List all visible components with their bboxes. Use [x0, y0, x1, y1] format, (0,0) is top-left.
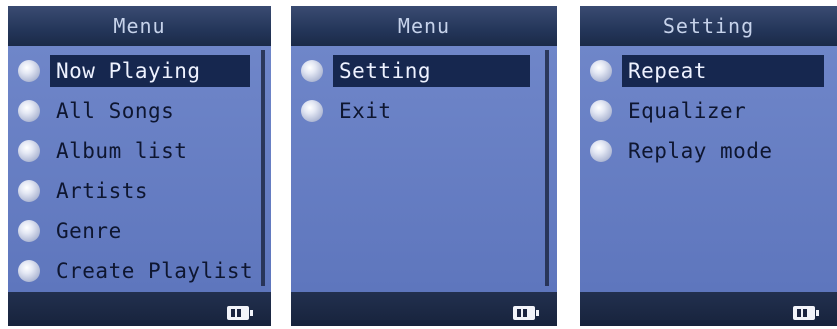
- menu-item-label: Now Playing: [50, 55, 250, 87]
- menu-item-label: Artists: [56, 179, 149, 203]
- menu-item-label: Repeat: [622, 55, 824, 87]
- menu-item-label: Replay mode: [628, 139, 773, 163]
- radio-bullet-icon: [18, 140, 40, 162]
- menu-item-exit[interactable]: Exit: [291, 92, 557, 130]
- menu-item-label: Genre: [56, 219, 122, 243]
- menu-item-genre[interactable]: Genre: [8, 212, 271, 250]
- menu-item-label: Equalizer: [628, 99, 747, 123]
- radio-bullet-icon: [590, 60, 612, 82]
- menu-list: Repeat Equalizer Replay mode: [580, 46, 837, 292]
- menu-item-equalizer[interactable]: Equalizer: [580, 92, 837, 130]
- player-screen-setting: Setting Repeat Equalizer Replay mode: [580, 6, 837, 326]
- radio-bullet-icon: [18, 180, 40, 202]
- radio-bullet-icon: [590, 140, 612, 162]
- menu-item-label: Setting: [333, 55, 530, 87]
- menu-item-replay-mode[interactable]: Replay mode: [580, 132, 837, 170]
- menu-list: Setting Exit: [291, 46, 557, 292]
- radio-bullet-icon: [301, 100, 323, 122]
- menu-item-label: Create Playlist: [56, 259, 254, 283]
- menu-item-artists[interactable]: Artists: [8, 172, 271, 210]
- status-bar: [8, 292, 271, 326]
- menu-item-album-list[interactable]: Album list: [8, 132, 271, 170]
- player-screen-menu: Menu Now Playing All Songs Album list Ar…: [8, 6, 271, 326]
- status-bar: [580, 292, 837, 326]
- menu-item-all-songs[interactable]: All Songs: [8, 92, 271, 130]
- scrollbar[interactable]: [545, 50, 549, 286]
- menu-list: Now Playing All Songs Album list Artists…: [8, 46, 271, 292]
- menu-item-label: Exit: [339, 99, 392, 123]
- radio-bullet-icon: [18, 100, 40, 122]
- screen-title: Menu: [8, 6, 271, 46]
- menu-item-create-playlist[interactable]: Create Playlist: [8, 252, 271, 290]
- radio-bullet-icon: [301, 60, 323, 82]
- radio-bullet-icon: [18, 220, 40, 242]
- radio-bullet-icon: [18, 260, 40, 282]
- battery-icon: [227, 306, 253, 320]
- menu-item-label: Album list: [56, 139, 188, 163]
- menu-item-label: All Songs: [56, 99, 175, 123]
- battery-icon: [793, 306, 819, 320]
- radio-bullet-icon: [18, 60, 40, 82]
- menu-item-repeat[interactable]: Repeat: [580, 52, 837, 90]
- radio-bullet-icon: [590, 100, 612, 122]
- screen-title: Setting: [580, 6, 837, 46]
- menu-item-setting[interactable]: Setting: [291, 52, 557, 90]
- screen-title: Menu: [291, 6, 557, 46]
- status-bar: [291, 292, 557, 326]
- scrollbar[interactable]: [261, 50, 265, 286]
- menu-item-now-playing[interactable]: Now Playing: [8, 52, 271, 90]
- battery-icon: [513, 306, 539, 320]
- player-screen-menu-2: Menu Setting Exit: [291, 6, 557, 326]
